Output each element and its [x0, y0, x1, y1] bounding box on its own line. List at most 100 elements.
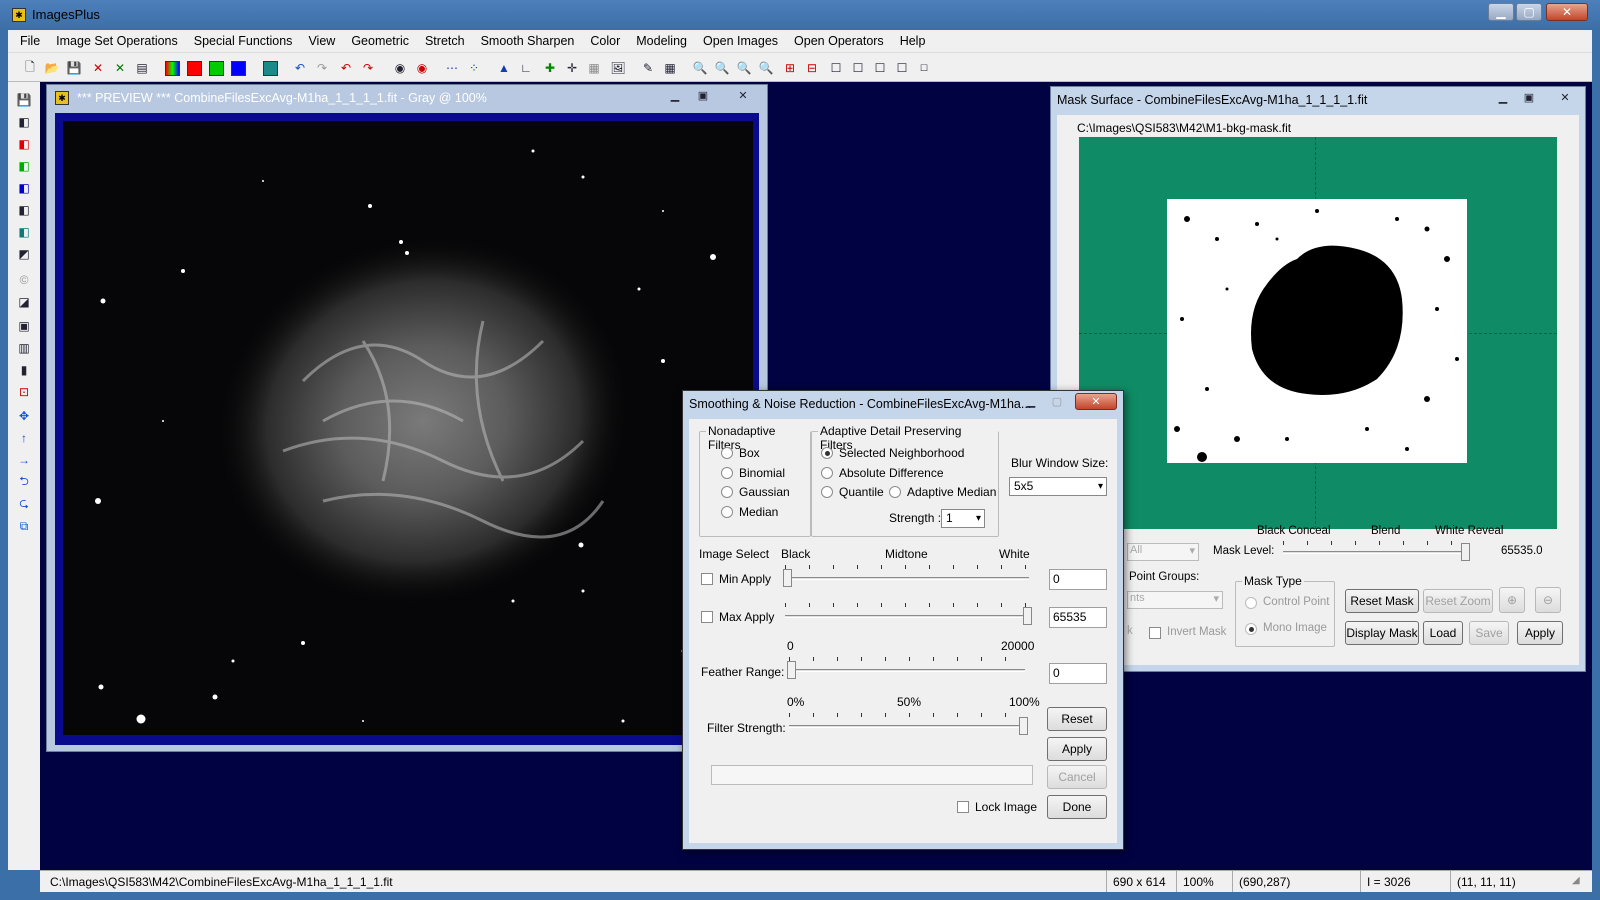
lock-image-checkbox[interactable]	[957, 801, 969, 813]
crosshair-icon[interactable]: ✛	[562, 58, 582, 78]
side-green-icon[interactable]: ◧	[14, 156, 34, 176]
done-button[interactable]: Done	[1047, 795, 1107, 819]
side-frame-icon[interactable]: ▣	[14, 316, 34, 336]
new-file-icon[interactable]: 🗋	[20, 58, 40, 78]
side-dark-icon[interactable]: ◧	[14, 200, 34, 220]
selected-neighborhood-radio[interactable]	[821, 447, 833, 459]
side-rotate-right-icon[interactable]: ⮎	[14, 494, 34, 514]
preview-close-button[interactable]: ✕	[731, 87, 755, 104]
quantile-radio[interactable]	[821, 486, 833, 498]
frame-small-icon[interactable]: ☐	[870, 58, 890, 78]
side-arrow-right-icon[interactable]: →	[14, 450, 34, 470]
zoom-in-icon[interactable]: 🔍	[690, 58, 710, 78]
box-radio[interactable]	[721, 447, 733, 459]
menu-open-images[interactable]: Open Images	[695, 30, 786, 52]
minimize-button[interactable]: ▁	[1488, 3, 1514, 21]
blur-window-select[interactable]: 5x5 ▾	[1009, 477, 1107, 496]
side-bar-icon[interactable]: ▮	[14, 360, 34, 380]
resize-grip-icon[interactable]: ◢	[1572, 875, 1586, 889]
close-image-icon[interactable]: ✕	[88, 58, 108, 78]
image-edit-icon[interactable]: 🖼	[608, 58, 628, 78]
redo-icon[interactable]: ↷	[312, 58, 332, 78]
side-black-white-icon[interactable]: ◧	[14, 112, 34, 132]
min-slider-thumb[interactable]	[783, 569, 792, 587]
adaptive-median-radio[interactable]	[889, 486, 901, 498]
zoom-reset-icon[interactable]: 🔍	[756, 58, 776, 78]
zoom-in-mask-button[interactable]: ⊕	[1499, 587, 1525, 613]
all-select[interactable]: All ▾	[1127, 543, 1199, 561]
open-folder-icon[interactable]: 📂	[42, 58, 62, 78]
menu-color[interactable]: Color	[582, 30, 628, 52]
mask-mono-icon[interactable]: ◉	[390, 58, 410, 78]
mask-restore-button[interactable]: ▣	[1517, 89, 1541, 106]
pencil-icon[interactable]: ✎	[638, 58, 658, 78]
min-slider-track[interactable]	[785, 577, 1029, 580]
mask-minimize-button[interactable]: ▁	[1491, 89, 1515, 106]
peak-tool-icon[interactable]: ▲	[494, 58, 514, 78]
red-channel-icon[interactable]	[184, 58, 204, 78]
frame-tiny-icon[interactable]: ☐	[914, 58, 934, 78]
menu-special-functions[interactable]: Special Functions	[186, 30, 301, 52]
feather-value-input[interactable]: 0	[1049, 663, 1107, 684]
frame-large-icon[interactable]: ☐	[826, 58, 846, 78]
menu-help[interactable]: Help	[892, 30, 934, 52]
green-channel-icon[interactable]	[206, 58, 226, 78]
mask-level-track[interactable]	[1283, 551, 1467, 554]
side-blue-icon[interactable]: ◧	[14, 178, 34, 198]
calculator-icon[interactable]: ▦	[660, 58, 680, 78]
menu-open-operators[interactable]: Open Operators	[786, 30, 892, 52]
zoom-fit-icon[interactable]: 🔍	[734, 58, 754, 78]
side-red-icon[interactable]: ◧	[14, 134, 34, 154]
side-arrow-up-icon[interactable]: ↑	[14, 428, 34, 448]
rgb-channels-icon[interactable]	[162, 58, 182, 78]
menu-modeling[interactable]: Modeling	[628, 30, 695, 52]
menu-view[interactable]: View	[300, 30, 343, 52]
zoom-out-mask-button[interactable]: ⊖	[1535, 587, 1561, 613]
reset-zoom-button[interactable]: Reset Zoom	[1423, 589, 1493, 613]
control-point-radio[interactable]	[1245, 597, 1257, 609]
dialog-close-button[interactable]: ✕	[1075, 393, 1117, 410]
side-save-icon[interactable]: 💾	[14, 90, 34, 110]
preview-restore-button[interactable]: ▣	[691, 87, 715, 104]
undo-icon[interactable]: ↶	[290, 58, 310, 78]
side-move-icon[interactable]: ✥	[14, 406, 34, 426]
strength-select[interactable]: 1 ▾	[941, 509, 985, 528]
invert-mask-checkbox[interactable]	[1149, 627, 1161, 639]
min-value-input[interactable]: 0	[1049, 569, 1107, 590]
menu-stretch[interactable]: Stretch	[417, 30, 473, 52]
side-gradient-icon[interactable]: ◪	[14, 292, 34, 312]
display-mask-button[interactable]: Display Mask	[1345, 621, 1419, 645]
zoom-plus-red-icon[interactable]: ⊞	[780, 58, 800, 78]
frame-smaller-icon[interactable]: ☐	[892, 58, 912, 78]
menu-geometric[interactable]: Geometric	[343, 30, 417, 52]
max-slider-thumb[interactable]	[1023, 607, 1032, 625]
mask-color-icon[interactable]: ◉	[412, 58, 432, 78]
apply-button[interactable]: Apply	[1047, 737, 1107, 761]
max-slider-track[interactable]	[785, 615, 1029, 618]
axis-tool-icon[interactable]: ∟	[516, 58, 536, 78]
side-select-icon[interactable]: ⊡	[14, 382, 34, 402]
frame-medium-icon[interactable]: ☐	[848, 58, 868, 78]
load-button[interactable]: Load	[1423, 621, 1463, 645]
menu-smooth-sharpen[interactable]: Smooth Sharpen	[473, 30, 583, 52]
preview-image[interactable]	[63, 121, 753, 735]
histogram-icon[interactable]	[260, 58, 280, 78]
zoom-out-icon[interactable]: 🔍	[712, 58, 732, 78]
mask-close-button[interactable]: ✕	[1553, 89, 1577, 106]
undo-all-icon[interactable]: ↶	[336, 58, 356, 78]
gaussian-radio[interactable]	[721, 486, 733, 498]
max-apply-checkbox[interactable]	[701, 611, 713, 623]
max-value-input[interactable]: 65535	[1049, 607, 1107, 628]
zoom-minus-red-icon[interactable]: ⊟	[802, 58, 822, 78]
print-icon[interactable]: ▤	[132, 58, 152, 78]
menu-image-set-operations[interactable]: Image Set Operations	[48, 30, 186, 52]
feather-slider-thumb[interactable]	[787, 661, 796, 679]
dialog-minimize-button[interactable]: ▁	[1019, 393, 1043, 410]
reset-button[interactable]: Reset	[1047, 707, 1107, 731]
mask-apply-button[interactable]: Apply	[1517, 621, 1563, 645]
close-button[interactable]: ✕	[1546, 3, 1588, 21]
min-apply-checkbox[interactable]	[701, 573, 713, 585]
redo-all-icon[interactable]: ↷	[358, 58, 378, 78]
side-copyright-icon[interactable]: ©	[14, 270, 34, 290]
side-lines-icon[interactable]: ▥	[14, 338, 34, 358]
